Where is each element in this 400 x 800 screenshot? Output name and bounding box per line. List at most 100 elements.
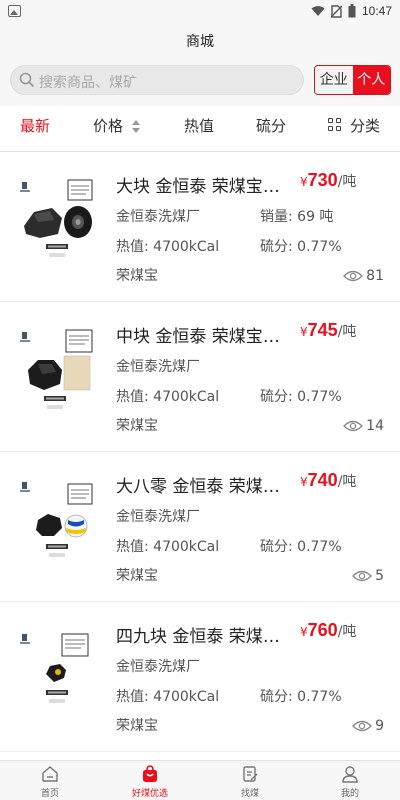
sulfur-info: 硫分: 0.77% [260, 536, 342, 556]
heat-value: 4700kCal [153, 239, 220, 255]
price-unit: /吨 [337, 474, 357, 490]
heat-value: 4700kCal [153, 389, 220, 405]
product-card[interactable]: 四九块 金恒泰 荣煤宝… ¥760/吨 金恒泰洗煤厂 热值: 4700kCal … [0, 602, 400, 752]
price-value: 730 [307, 170, 338, 190]
status-icons [311, 4, 356, 18]
nav-find-coal-label: 找煤 [240, 789, 259, 799]
view-count-value: 5 [375, 568, 384, 584]
view-count: 9 [352, 718, 384, 734]
view-count: 14 [343, 418, 384, 434]
search-input[interactable]: 搜索商品、煤矿 [10, 65, 304, 95]
sulfur-label: 硫分: [260, 539, 293, 555]
title-bar: 商城 [0, 24, 400, 56]
product-name: 大八零 金恒泰 荣煤宝… [116, 477, 296, 497]
eye-icon [343, 270, 364, 282]
search-icon [19, 72, 35, 88]
page-title: 商城 [186, 34, 214, 50]
heat-label: 热值: [116, 689, 149, 705]
heat-value: 4700kCal [153, 689, 220, 705]
nav-good-coal[interactable]: 好煤优选 [100, 761, 200, 800]
nav-home-label: 首页 [40, 789, 59, 799]
status-bar: 10:47 [0, 0, 400, 24]
sulfur-info: 硫分: 0.77% [260, 386, 342, 406]
nav-find-coal[interactable]: 找煤 [200, 761, 300, 800]
battery-icon [348, 4, 356, 18]
heat-info: 热值: 4700kCal [116, 386, 219, 406]
price-value: 760 [307, 620, 338, 640]
price-unit: /吨 [337, 324, 357, 340]
product-name: 中块 金恒泰 荣煤宝一… [116, 327, 296, 347]
account-type-toggle: 企业 个人 [314, 65, 391, 95]
search-placeholder: 搜索商品、煤矿 [39, 75, 137, 91]
product-card[interactable]: 大八零 金恒泰 荣煤宝… ¥740/吨 金恒泰洗煤厂 热值: 4700kCal … [0, 452, 400, 602]
brand-name: 荣煤宝 [116, 418, 158, 434]
product-list: 大块 金恒泰 荣煤宝一… ¥730/吨 金恒泰洗煤厂 销量: 69 吨 热值: … [0, 152, 400, 760]
clock: 10:47 [361, 4, 392, 18]
currency-symbol: ¥ [300, 175, 308, 189]
heat-label: 热值: [116, 239, 149, 255]
heat-label: 热值: [116, 389, 149, 405]
category-grid-icon [328, 118, 342, 132]
sulfur-value: 0.77% [297, 389, 342, 405]
product-thumbnail [20, 482, 93, 557]
sales-info: 销量: 69 吨 [260, 206, 333, 226]
heat-info: 热值: 4700kCal [116, 536, 219, 556]
sulfur-label: 硫分: [260, 389, 293, 405]
no-sim-icon [331, 4, 342, 18]
brand-name: 荣煤宝 [116, 718, 158, 734]
sulfur-label: 硫分: [260, 239, 293, 255]
nav-home[interactable]: 首页 [0, 761, 100, 800]
view-count-value: 14 [366, 418, 384, 434]
heat-value: 4700kCal [153, 539, 220, 555]
product-name: 四九块 金恒泰 荣煤宝… [116, 627, 296, 647]
product-card[interactable]: 中块 金恒泰 荣煤宝一… ¥745/吨 金恒泰洗煤厂 热值: 4700kCal … [0, 302, 400, 452]
home-icon [42, 766, 58, 782]
sulfur-info: 硫分: 0.77% [260, 236, 342, 256]
nav-profile-label: 我的 [340, 789, 359, 799]
sales-value: 69 吨 [297, 209, 334, 225]
view-count-value: 9 [375, 718, 384, 734]
supplier-name: 金恒泰洗煤厂 [116, 509, 200, 525]
profile-icon [342, 766, 358, 783]
sort-arrows-icon [132, 120, 142, 136]
search-row: 搜索商品、煤矿 企业 个人 [0, 56, 400, 106]
eye-icon [352, 570, 372, 582]
filter-price[interactable]: 价格 [93, 106, 123, 152]
heat-info: 热值: 4700kCal [116, 686, 219, 706]
filter-heat[interactable]: 热值 [184, 106, 214, 152]
product-price: ¥730/吨 [300, 170, 356, 191]
supplier-name: 金恒泰洗煤厂 [116, 209, 200, 225]
view-count: 5 [352, 568, 384, 584]
brand-name: 荣煤宝 [116, 268, 158, 284]
gallery-notification-icon [8, 5, 21, 17]
sulfur-info: 硫分: 0.77% [260, 686, 342, 706]
sulfur-value: 0.77% [297, 689, 342, 705]
product-price: ¥745/吨 [300, 320, 356, 341]
personal-toggle-button[interactable]: 个人 [352, 66, 390, 94]
sales-label: 销量: [260, 209, 293, 225]
product-thumbnail [20, 329, 93, 409]
eye-icon [343, 420, 364, 432]
filter-sulfur[interactable]: 硫分 [256, 106, 286, 152]
currency-symbol: ¥ [300, 625, 308, 639]
product-price: ¥760/吨 [300, 620, 356, 641]
view-count: 81 [343, 268, 384, 284]
product-card[interactable]: 大块 金恒泰 荣煤宝一… ¥730/吨 金恒泰洗煤厂 销量: 69 吨 热值: … [0, 152, 400, 302]
filter-bar: 最新 价格 热值 硫分 分类 [0, 106, 400, 152]
bottom-nav: 首页 好煤优选 找煤 我的 [0, 760, 400, 800]
filter-latest[interactable]: 最新 [20, 106, 50, 152]
sulfur-value: 0.77% [297, 239, 342, 255]
product-thumbnail [20, 179, 93, 257]
shopping-bag-icon [143, 765, 157, 782]
filter-category[interactable]: 分类 [350, 106, 380, 152]
nav-profile[interactable]: 我的 [300, 761, 400, 800]
supplier-name: 金恒泰洗煤厂 [116, 659, 200, 675]
price-value: 740 [307, 470, 338, 490]
nav-good-coal-label: 好煤优选 [131, 789, 168, 799]
company-toggle-button[interactable]: 企业 [315, 66, 353, 94]
eye-icon [352, 720, 372, 732]
brand-name: 荣煤宝 [116, 568, 158, 584]
currency-symbol: ¥ [300, 475, 308, 489]
supplier-name: 金恒泰洗煤厂 [116, 359, 200, 375]
heat-info: 热值: 4700kCal [116, 236, 219, 256]
